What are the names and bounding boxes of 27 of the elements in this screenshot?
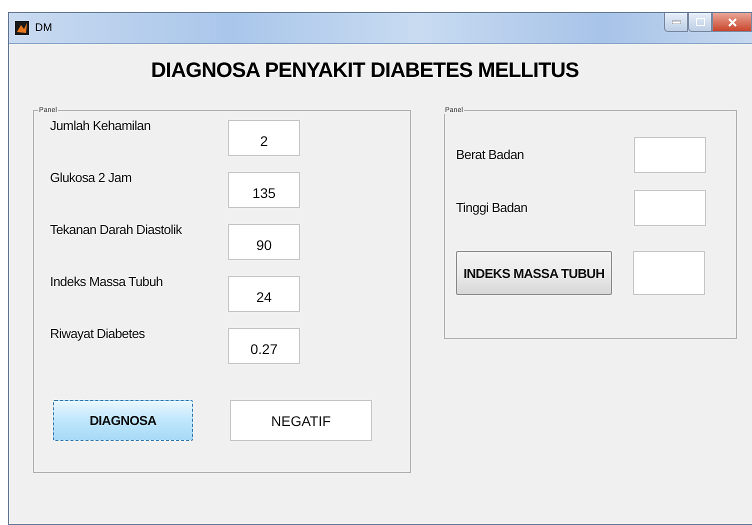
field-label: Indeks Massa Tubuh xyxy=(50,274,164,289)
maximize-icon xyxy=(696,18,704,26)
bmi-button[interactable]: INDEKS MASSA TUBUH xyxy=(456,251,612,295)
minimize-icon xyxy=(672,20,680,24)
window-title: DM xyxy=(35,22,54,34)
field-label: Tinggi Badan xyxy=(456,200,528,215)
close-icon xyxy=(728,18,736,26)
input-field[interactable] xyxy=(634,137,706,173)
field-label: Berat Badan xyxy=(456,147,525,162)
form-heading: DIAGNOSA PENYAKIT DIABETES MELLITUS xyxy=(151,59,580,83)
close-button[interactable] xyxy=(712,13,752,32)
maximize-button[interactable] xyxy=(688,13,712,32)
input-field[interactable]: 135 xyxy=(228,172,300,208)
diagnose-button[interactable]: DIAGNOSA xyxy=(53,400,193,441)
input-field[interactable] xyxy=(634,190,706,226)
input-field[interactable]: 24 xyxy=(228,276,300,312)
result-field: NEGATIF xyxy=(230,400,372,441)
input-field[interactable]: 0.27 xyxy=(228,328,300,364)
input-field[interactable]: 90 xyxy=(228,224,300,260)
minimize-button[interactable] xyxy=(664,13,688,32)
field-label: Riwayat Diabetes xyxy=(50,326,146,341)
field-label: Glukosa 2 Jam xyxy=(50,170,133,185)
bmi-result-field[interactable] xyxy=(633,251,705,295)
field-label: Jumlah Kehamilan xyxy=(50,118,152,133)
input-field[interactable]: 2 xyxy=(228,120,300,156)
app-logo-icon xyxy=(15,21,29,35)
field-label: Tekanan Darah Diastolik xyxy=(50,222,183,237)
